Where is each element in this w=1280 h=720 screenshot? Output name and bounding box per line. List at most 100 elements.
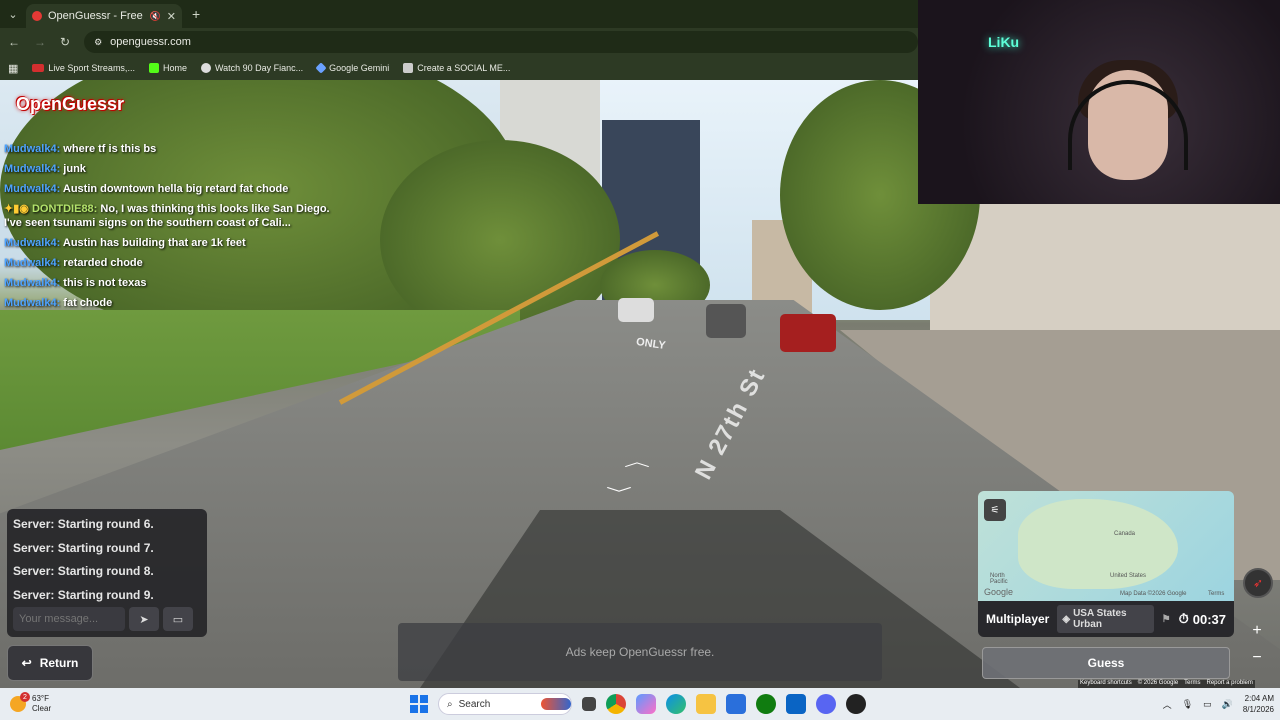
store-icon[interactable] [726,694,746,714]
browser-tab[interactable]: OpenGuessr - Free GeoGue 🔇 ✕ [26,4,182,28]
map-attribution: Map Data ©2026 Google [1120,591,1187,597]
map-landmass [1018,499,1178,589]
map-label-usa: United States [1110,573,1147,579]
map-label-canada: Canada [1114,531,1136,537]
timer-icon: ⏱ [1178,611,1189,626]
discord-icon[interactable] [816,694,836,714]
game-status-bar: Multiplayer ◈ USA States Urban ⚑ ⏱ 00:37 [978,601,1234,637]
back-icon[interactable]: ← [8,35,20,49]
xbox-icon[interactable] [756,694,776,714]
bookmark-item[interactable]: Create a SOCIAL ME... [403,63,510,73]
google-footer: Keyboard shortcuts © 2026 Google Terms R… [1078,680,1255,688]
chat-message: Mudwalk4: this is not texas [4,277,147,289]
weather-temp: 63°F [32,694,49,703]
microphone-icon[interactable]: 🎙 [1182,699,1193,710]
weather-widget[interactable]: 2 63°F Clear [10,692,51,714]
mute-icon[interactable]: 🔇 [150,11,161,22]
keyboard-shortcuts-link[interactable]: Keyboard shortcuts [1080,680,1132,688]
map-settings-icon[interactable]: ⚟ [984,499,1006,521]
windows-taskbar: 2 63°F Clear ⌕ Search ︿ 🎙 ▭ 🔊 2:04 AM 8/1/2… [0,688,1280,720]
zoom-in-icon[interactable]: + [1245,619,1269,643]
chat-message: Mudwalk4: Austin downtown hella big reta… [4,183,289,195]
task-view-icon[interactable] [582,697,596,711]
taskbar-search[interactable]: ⌕ Search [438,693,572,715]
guess-button[interactable]: Guess [982,647,1230,679]
browser-tabbar: ⌄ OpenGuessr - Free GeoGue 🔇 ✕ + [0,0,918,28]
neon-sign: LiKu [988,34,1020,50]
chat-message: Mudwalk4: where tf is this bs [4,143,157,155]
edge-icon[interactable] [666,694,686,714]
return-arrow-icon: ↩ [21,656,32,670]
ad-banner: Ads keep OpenGuessr free. [398,623,882,681]
zoom-out-icon[interactable]: − [1245,646,1269,670]
chrome-icon[interactable] [606,694,626,714]
map-terms-link[interactable]: Terms [1208,591,1224,597]
live-icon [32,64,45,72]
move-back-arrow-icon[interactable]: ﹀ [606,483,632,502]
url-text: openguessr.com [110,36,191,48]
webcam-overlay: LiKu [918,0,1280,204]
terms-link[interactable]: Terms [1184,680,1200,688]
bookmarks-bar: ▦ Live Sport Streams,... Home Watch 90 D… [0,56,918,80]
system-tray: ︿ 🎙 ▭ 🔊 2:04 AM 8/1/2026 [1163,693,1274,715]
tab-search-icon[interactable]: ⌄ [0,0,26,28]
chat-message: Mudwalk4: junk [4,163,86,175]
move-forward-arrow-icon[interactable]: ︿ [624,451,650,470]
clock[interactable]: 2:04 AM 8/1/2026 [1243,693,1274,715]
app-icon[interactable] [846,694,866,714]
layers-icon: ◈ [1062,613,1071,625]
mode-label: Multiplayer [986,612,1050,626]
tray-expand-icon[interactable]: ︿ [1163,698,1172,711]
file-explorer-icon[interactable] [696,694,716,714]
site-info-icon[interactable]: ⚙ [94,37,102,48]
send-icon[interactable]: ➤ [129,607,159,631]
openguessr-logo[interactable]: OpenGuessr [16,94,124,115]
openguessr-favicon-icon [32,11,42,21]
message-input[interactable] [13,607,125,631]
server-message: Server: Starting round 6. [13,517,154,531]
weather-icon: 2 [10,692,30,712]
report-problem-link[interactable]: Report a problem [1207,680,1253,688]
clock-time: 2:04 AM [1244,694,1274,703]
map-label-pacific: North Pacific [990,573,1008,585]
flag-icon[interactable]: ⚑ [1162,614,1171,625]
windows-start-icon[interactable] [410,695,428,713]
notification-badge: 2 [20,692,30,702]
bookmark-item[interactable]: Live Sport Streams,... [32,63,135,73]
map-name-badge[interactable]: ◈ USA States Urban [1057,605,1154,633]
chat-message: Mudwalk4: Austin has building that are 1… [4,237,246,249]
car [706,304,746,338]
address-bar-row: ← → ↻ ⚙ openguessr.com [0,28,918,56]
bookmark-item[interactable]: Google Gemini [315,62,389,74]
guess-map[interactable]: ⚟ Canada United States North Pacific Goo… [978,491,1234,601]
chat-badges-icon: ✦▮◉ [4,203,32,215]
server-message: Server: Starting round 8. [13,564,154,578]
new-tab-icon[interactable]: + [192,6,200,22]
taskbar-apps: ⌕ Search [410,693,866,715]
bookmark-item[interactable]: Watch 90 Day Fianc... [200,63,303,73]
chat-message: Mudwalk4: retarded chode [4,257,143,269]
chat-toggle-icon[interactable]: ▭ [163,607,193,631]
car [618,298,654,322]
copyright-text: © 2026 Google [1137,680,1179,686]
copilot-icon[interactable] [636,694,656,714]
search-icon: ⌕ [447,698,453,710]
volume-icon[interactable]: 🔊 [1222,699,1233,710]
close-tab-icon[interactable]: ✕ [167,10,176,23]
forward-icon[interactable]: → [34,35,46,49]
gemini-icon [315,62,327,74]
chat-message: Mudwalk4: fat chode [4,297,113,309]
return-button[interactable]: ↩ Return [7,645,93,681]
network-icon[interactable]: ▭ [1203,699,1212,710]
apps-grid-icon[interactable]: ▦ [8,62,18,75]
url-field[interactable]: ⚙ openguessr.com [84,31,918,53]
compass-icon[interactable]: ➶ [1243,568,1273,598]
round-timer: ⏱ 00:37 [1178,611,1226,627]
reload-icon[interactable]: ↻ [60,35,70,49]
server-message: Server: Starting round 7. [13,540,154,555]
bookmark-item[interactable]: Home [148,63,187,73]
outlook-icon[interactable] [786,694,806,714]
search-highlight-icon [541,698,571,710]
clock-date: 8/1/2026 [1242,705,1274,714]
tab-title: OpenGuessr - Free GeoGue [48,10,144,22]
